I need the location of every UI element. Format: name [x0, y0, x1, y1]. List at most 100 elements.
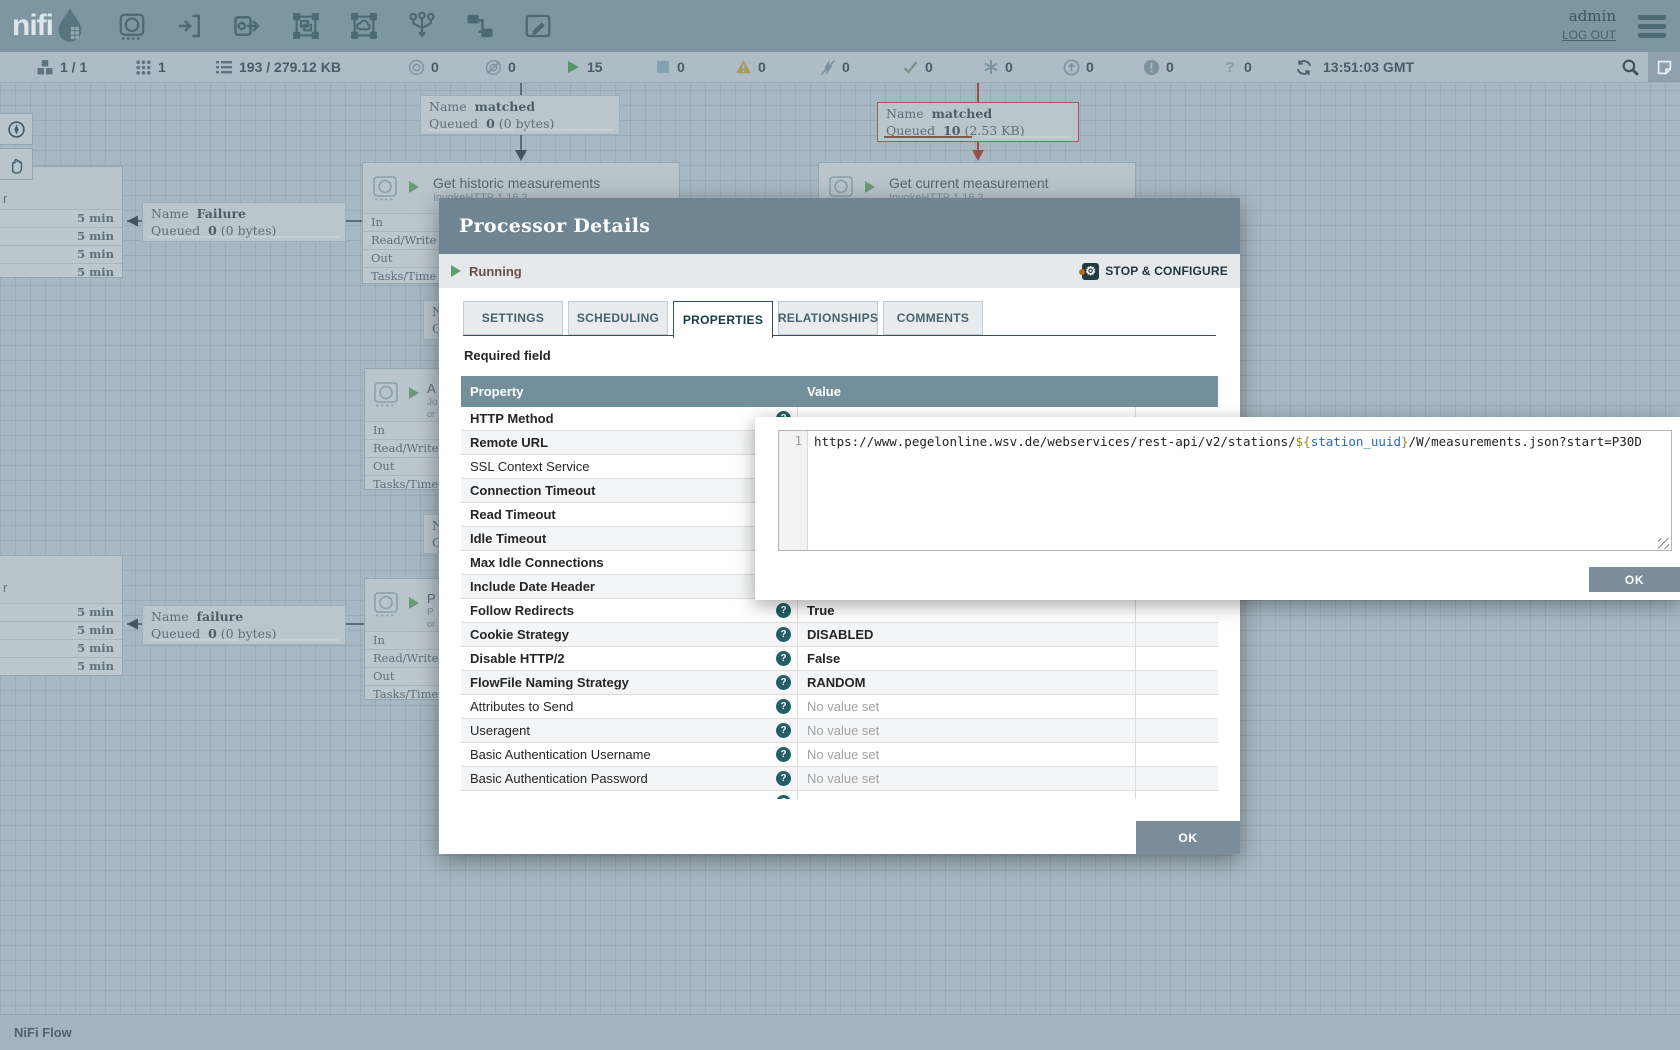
property-value-cell[interactable]: No value set: [798, 767, 1136, 790]
tab-relationships[interactable]: RELATIONSHIPS: [778, 301, 878, 335]
processor-partial[interactable]: r5 min5 min5 min5 min: [0, 555, 123, 676]
property-name-cell: Idle Timeout?: [461, 527, 798, 550]
editor-code-line[interactable]: https://www.pegelonline.wsv.de/webservic…: [808, 431, 1671, 550]
output-port-toolbar-icon[interactable]: [227, 5, 269, 47]
property-value: No value set: [807, 771, 879, 786]
property-column-header: Property: [461, 384, 798, 399]
stat-value: 5 min: [0, 639, 122, 657]
help-icon[interactable]: ?: [776, 699, 791, 714]
running-play-icon: [565, 61, 581, 73]
property-name-cell: Useragent?: [461, 719, 798, 742]
connection-label-partial[interactable]: NaQu: [423, 300, 439, 340]
property-value-cell[interactable]: No value set: [798, 743, 1136, 766]
template-toolbar-icon[interactable]: [459, 5, 501, 47]
property-name: FlowFile Naming Strategy: [470, 675, 629, 690]
tab-comments[interactable]: COMMENTS: [883, 301, 983, 335]
connection-label[interactable]: Name matchedQueued 10 (2.53 KB): [877, 102, 1079, 142]
funnel-toolbar-icon[interactable]: [401, 5, 443, 47]
invalid-bolt-slash-icon: [820, 59, 836, 76]
stat-value: 5 min: [0, 209, 122, 227]
transmitting-bullseye-icon: [408, 59, 425, 76]
birdseye-toggle-button[interactable]: [1648, 52, 1680, 82]
search-icon[interactable]: [1614, 52, 1646, 82]
status-sync-failure-question-count: 0: [1244, 59, 1252, 75]
tab-settings[interactable]: SETTINGS: [463, 301, 563, 335]
property-name-cell: Basic Authentication Username?: [461, 743, 798, 766]
stat-value: 5 min: [0, 603, 122, 621]
status-transmitting-bullseye-count: 0: [431, 59, 439, 75]
property-value: True: [807, 603, 834, 618]
connection-label[interactable]: Name FailureQueued 0 (0 bytes): [142, 202, 346, 242]
help-icon[interactable]: ?: [776, 771, 791, 786]
status-up-to-date-check: 0: [902, 52, 933, 82]
property-value-cell[interactable]: True: [798, 599, 1136, 622]
property-name: Cookie Strategy: [470, 627, 569, 642]
help-icon[interactable]: ?: [776, 651, 791, 666]
global-menu-icon[interactable]: [1638, 15, 1666, 42]
connection-label-partial[interactable]: NaQu: [423, 514, 439, 554]
property-extra-cell: [1136, 767, 1218, 790]
connection-name-row: Na: [424, 301, 439, 319]
processor-toolbar-icon[interactable]: [111, 5, 153, 47]
hand-pointer-icon[interactable]: [0, 148, 33, 180]
help-icon[interactable]: ?: [776, 747, 791, 762]
property-value-cell[interactable]: RANDOM: [798, 671, 1136, 694]
property-extra-cell: [1136, 671, 1218, 694]
required-field-note: Required field: [464, 348, 551, 363]
compass-icon[interactable]: [0, 113, 33, 145]
processor-name-clipped: r: [3, 191, 7, 206]
label-toolbar-icon[interactable]: [517, 5, 559, 47]
property-value-cell[interactable]: False: [798, 647, 1136, 670]
help-icon[interactable]: ?: [776, 675, 791, 690]
processor-partial[interactable]: r 5 min5 min5 min5 min: [0, 166, 123, 278]
status-refresh[interactable]: 13:51:03 GMT: [1295, 52, 1414, 82]
connection-queued-row: Qu: [424, 319, 439, 336]
component-toolbar: [111, 5, 559, 47]
property-name: Basic Authentication Username: [470, 747, 651, 762]
processor-type-clipped: Jo: [427, 397, 438, 408]
cluster-cubes-icon: [36, 59, 54, 76]
property-name: SSL Context Service: [470, 459, 589, 474]
status-modified-stale-exclamation: 0: [1143, 52, 1174, 82]
help-icon[interactable]: ?: [776, 795, 791, 799]
queued-count-bar: [427, 129, 514, 131]
status-stopped-square: 0: [655, 52, 685, 82]
processor-name-clipped: P: [427, 591, 436, 606]
processor-type-icon: [373, 591, 399, 622]
refresh-icon[interactable]: [1295, 59, 1313, 76]
stop-and-configure-button[interactable]: ⚙ STOP & CONFIGURE: [1082, 263, 1228, 280]
run-status-label: Running: [469, 264, 522, 279]
editor-line-number: 1: [779, 431, 808, 550]
connection-label[interactable]: Name matchedQueued 0 (0 bytes): [420, 95, 620, 135]
process-group-toolbar-icon[interactable]: [285, 5, 327, 47]
editor-resize-handle[interactable]: [1658, 538, 1669, 549]
logout-link[interactable]: LOG OUT: [1562, 28, 1616, 42]
tab-properties[interactable]: PROPERTIES: [673, 301, 773, 338]
help-icon[interactable]: ?: [776, 723, 791, 738]
property-name: Disable HTTP/2: [470, 651, 565, 666]
status-stopped-square-count: 0: [677, 59, 685, 75]
queued-size-bar: [526, 129, 613, 131]
property-row: Disable HTTP/2? False: [461, 647, 1218, 671]
help-icon[interactable]: ?: [776, 627, 791, 642]
stop-configure-gear-icon: ⚙: [1082, 263, 1099, 280]
property-row: Basic Authentication Username?No value s…: [461, 743, 1218, 767]
property-value-cell[interactable]: No value set: [798, 695, 1136, 718]
remote-process-group-toolbar-icon[interactable]: [343, 5, 385, 47]
processor-stats: 5 min5 min5 min5 min: [0, 209, 122, 277]
sync-failure-question-icon: ?: [1222, 59, 1238, 76]
help-icon[interactable]: ?: [776, 603, 791, 618]
tab-scheduling[interactable]: SCHEDULING: [568, 301, 668, 335]
property-name: Remote URL: [470, 435, 548, 450]
processor-type-clipped: P: [427, 607, 434, 618]
input-port-toolbar-icon[interactable]: [169, 5, 211, 47]
property-value-cell[interactable]: No value set: [798, 719, 1136, 742]
value-textarea[interactable]: 1 https://www.pegelonline.wsv.de/webserv…: [778, 430, 1672, 551]
queued-count-bar: [884, 136, 972, 138]
editor-ok-button[interactable]: OK: [1589, 567, 1680, 592]
dialog-ok-button[interactable]: OK: [1136, 821, 1240, 854]
property-value-cell[interactable]: DISABLED: [798, 623, 1136, 646]
connection-label[interactable]: Name failureQueued 0 (0 bytes): [142, 605, 346, 645]
breadcrumb[interactable]: NiFi Flow: [14, 1025, 72, 1040]
nifi-logo-text: nifi: [12, 9, 53, 43]
